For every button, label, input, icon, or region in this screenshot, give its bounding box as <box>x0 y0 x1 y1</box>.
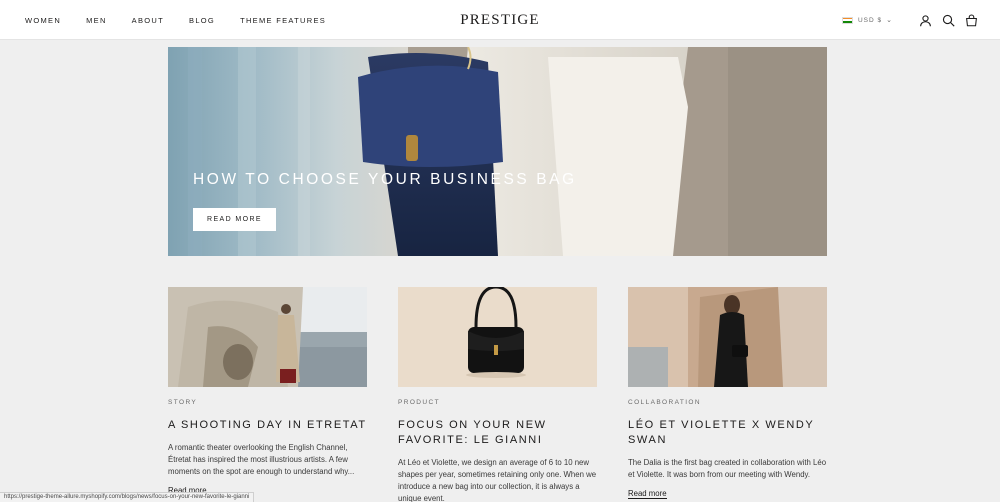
article-card-2: PRODUCT FOCUS ON YOUR NEW FAVORITE: LE G… <box>398 287 597 502</box>
chevron-down-icon: ⌄ <box>886 17 893 24</box>
article-1-title[interactable]: A SHOOTING DAY IN ETRETAT <box>168 418 367 433</box>
currency-label: USD $ <box>857 16 883 24</box>
article-2-category: PRODUCT <box>398 399 440 406</box>
hero-title[interactable]: HOW TO CHOOSE YOUR BUSINESS BAG <box>193 171 577 189</box>
site-header: WOMEN MEN ABOUT BLOG THEME FEATURES PRES… <box>0 0 1000 40</box>
cart-icon[interactable] <box>964 13 978 27</box>
browser-status-url: https://prestige-theme-allure.myshopify.… <box>0 492 255 502</box>
article-2-excerpt: At Léo et Violette, we design an average… <box>398 458 597 502</box>
article-3-title[interactable]: LÉO ET VIOLETTE X WENDY SWAN <box>628 418 827 448</box>
article-3-excerpt: The Dalia is the first bag created in co… <box>628 458 827 479</box>
currency-selector[interactable]: USD $ ⌄ <box>841 16 893 24</box>
account-icon[interactable] <box>918 13 932 27</box>
header-tools: USD $ ⌄ <box>841 0 978 40</box>
article-1-image[interactable] <box>168 287 367 387</box>
search-icon[interactable] <box>941 13 955 27</box>
hero-read-more-button[interactable]: READ MORE <box>193 208 276 231</box>
article-1-category: STORY <box>168 399 198 406</box>
article-card-3: COLLABORATION LÉO ET VIOLETTE X WENDY SW… <box>628 287 827 501</box>
article-1-excerpt: A romantic theater overlooking the Engli… <box>168 443 355 476</box>
india-flag-icon <box>841 16 853 24</box>
article-2-image[interactable] <box>398 287 597 387</box>
hero-banner[interactable]: HOW TO CHOOSE YOUR BUSINESS BAG READ MOR… <box>168 47 827 256</box>
article-3-read-more-link[interactable]: Read more <box>628 489 667 499</box>
article-3-image[interactable] <box>628 287 827 387</box>
article-card-1: STORY A SHOOTING DAY IN ETRETAT A romant… <box>168 287 367 498</box>
article-3-category: COLLABORATION <box>628 399 701 406</box>
article-2-title[interactable]: FOCUS ON YOUR NEW FAVORITE: LE GIANNI <box>398 418 597 448</box>
